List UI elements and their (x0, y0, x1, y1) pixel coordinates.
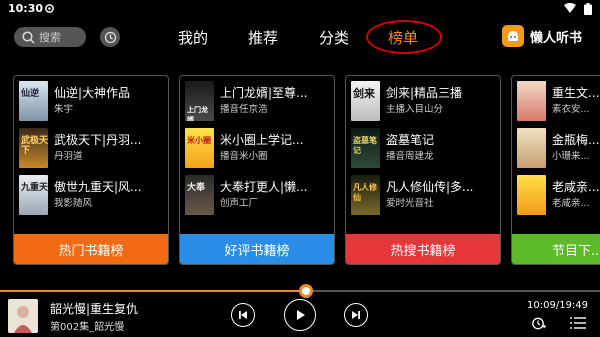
card-footer-label[interactable]: 好评书籍榜 (180, 234, 334, 264)
ranking-card-hot-search[interactable]: 剑来 剑来|精品三播 主播入目山分 盗墓笔记 盗墓笔记 播音周建龙 凡人修仙 凡… (345, 75, 501, 265)
book-title: 重生文... (552, 86, 600, 100)
book-title: 大奉打更人|懒... (220, 180, 308, 194)
now-playing-title: 韶光慢|重生复仇 (50, 302, 139, 316)
book-cover: 盗墓笔记 (351, 128, 380, 168)
book-cover: 武极天下 (19, 128, 48, 168)
book-author: 素衣安... (552, 104, 590, 115)
playlist-icon[interactable] (570, 316, 586, 330)
book-item[interactable]: 武极天下 武极天下|丹羽... 丹羽道 (19, 128, 168, 170)
book-author: 朱宇 (54, 104, 74, 115)
cover-lettering: 米小圈 (187, 136, 211, 145)
card-footer-label[interactable]: 热搜书籍榜 (346, 234, 500, 264)
playback-progress-fill (0, 290, 306, 292)
book-title: 盗墓笔记 (386, 133, 435, 147)
tab-category[interactable]: 分类 (319, 27, 349, 48)
tab-recommend[interactable]: 推荐 (248, 27, 278, 48)
player-bar: 韶光慢|重生复仇 第002集_韶光慢 10:09/19:49 (0, 296, 600, 337)
now-playing-cover[interactable] (8, 299, 38, 333)
book-item[interactable]: 九重天 傲世九重天|风... 我影随风 (19, 175, 168, 217)
book-title: 老咸亲... (552, 180, 600, 194)
book-author: 爱时光音社 (386, 198, 434, 209)
book-title: 金瓶梅... (552, 133, 600, 147)
play-icon (297, 310, 305, 320)
settings-gear-icon (45, 4, 54, 13)
book-item[interactable]: 米小圈 米小圈上学记... 播音米小圈 (185, 128, 334, 170)
book-cover: 上门龙婿 (185, 81, 214, 121)
book-item[interactable]: 重生文... 素衣安... (517, 81, 600, 123)
book-item[interactable]: 上门龙婿 上门龙婿|至尊... 播音任京浩 (185, 81, 334, 123)
playback-time: 10:09/19:49 (527, 300, 589, 311)
cover-lettering: 凡人修仙 (353, 183, 377, 202)
next-button[interactable] (344, 303, 368, 327)
brand: 懒人听书 (502, 25, 582, 47)
book-title: 武极天下|丹羽... (54, 133, 142, 147)
book-title: 傲世九重天|风... (54, 180, 142, 194)
book-cover (517, 175, 546, 215)
book-item[interactable]: 金瓶梅... 小珊来... (517, 128, 600, 170)
card-footer-label[interactable]: 节目下... (512, 234, 600, 264)
search-box[interactable]: 搜索 (14, 27, 86, 47)
book-title: 米小圈上学记... (220, 133, 304, 147)
cover-lettering: 仙逆 (21, 89, 40, 99)
skip-next-icon (352, 311, 360, 319)
status-time: 10:30 (8, 2, 44, 15)
book-item[interactable]: 剑来 剑来|精品三播 主播入目山分 (351, 81, 500, 123)
status-bar: 10:30 (0, 0, 600, 18)
book-item[interactable]: 仙逆 仙逆|大神作品 朱宇 (19, 81, 168, 123)
book-item[interactable]: 老咸亲... 老咸亲... (517, 175, 600, 217)
wifi-icon (564, 3, 576, 13)
cover-lettering: 大奉 (187, 183, 206, 193)
book-cover: 米小圈 (185, 128, 214, 168)
book-author: 丹羽道 (54, 151, 83, 162)
book-cover: 剑来 (351, 81, 380, 121)
search-placeholder: 搜索 (39, 31, 61, 44)
book-cover (517, 81, 546, 121)
search-icon (22, 30, 35, 44)
ranking-card-hot[interactable]: 仙逆 仙逆|大神作品 朱宇 武极天下 武极天下|丹羽... 丹羽道 九重天 傲世… (13, 75, 169, 265)
book-item[interactable]: 凡人修仙 凡人修仙传|多... 爱时光音社 (351, 175, 500, 217)
history-clock-icon (104, 31, 116, 43)
ranking-card-program[interactable]: 重生文... 素衣安... 金瓶梅... 小珊来... 老咸亲... 老咸亲..… (511, 75, 600, 265)
book-author: 播音任京浩 (220, 104, 268, 115)
ranking-card-good-review[interactable]: 上门龙婿 上门龙婿|至尊... 播音任京浩 米小圈 米小圈上学记... 播音米小… (179, 75, 335, 265)
active-tab-highlight-ring (366, 20, 442, 54)
book-cover: 大奉 (185, 175, 214, 215)
brand-name: 懒人听书 (530, 30, 583, 46)
book-title: 剑来|精品三播 (386, 86, 463, 100)
book-cover (517, 128, 546, 168)
book-item[interactable]: 大奉 大奉打更人|懒... 创声工厂 (185, 175, 334, 217)
book-cover: 仙逆 (19, 81, 48, 121)
previous-button[interactable] (231, 303, 255, 327)
cover-lettering: 盗墓笔记 (353, 136, 377, 155)
cover-lettering: 武极天下 (21, 136, 48, 156)
cover-lettering: 剑来 (353, 87, 375, 100)
cover-lettering: 上门龙婿 (187, 106, 208, 121)
cover-lettering: 九重天 (21, 183, 48, 193)
book-author: 老咸亲... (552, 198, 590, 209)
book-author: 小珊来... (552, 151, 590, 162)
book-title: 凡人修仙传|多... (386, 180, 474, 194)
now-playing-episode: 第002集_韶光慢 (50, 322, 125, 333)
book-author: 主播入目山分 (386, 104, 444, 115)
book-author: 我影随风 (54, 198, 93, 209)
book-cover: 九重天 (19, 175, 48, 215)
top-navigation: 搜索 我的 推荐 分类 榜单 懒人听书 (0, 18, 600, 58)
app-logo-icon (502, 25, 524, 47)
book-title: 上门龙婿|至尊... (220, 86, 308, 100)
book-author: 创声工厂 (220, 198, 259, 209)
skip-previous-icon (239, 311, 247, 319)
battery-icon (584, 3, 592, 15)
book-author: 播音周建龙 (386, 151, 434, 162)
sleep-timer-icon[interactable] (531, 316, 547, 330)
tab-mine[interactable]: 我的 (178, 27, 208, 48)
book-title: 仙逆|大神作品 (54, 86, 131, 100)
card-footer-label[interactable]: 热门书籍榜 (14, 234, 168, 264)
book-item[interactable]: 盗墓笔记 盗墓笔记 播音周建龙 (351, 128, 500, 170)
book-author: 播音米小圈 (220, 151, 268, 162)
book-cover: 凡人修仙 (351, 175, 380, 215)
history-button[interactable] (100, 27, 120, 47)
play-button[interactable] (284, 299, 316, 331)
